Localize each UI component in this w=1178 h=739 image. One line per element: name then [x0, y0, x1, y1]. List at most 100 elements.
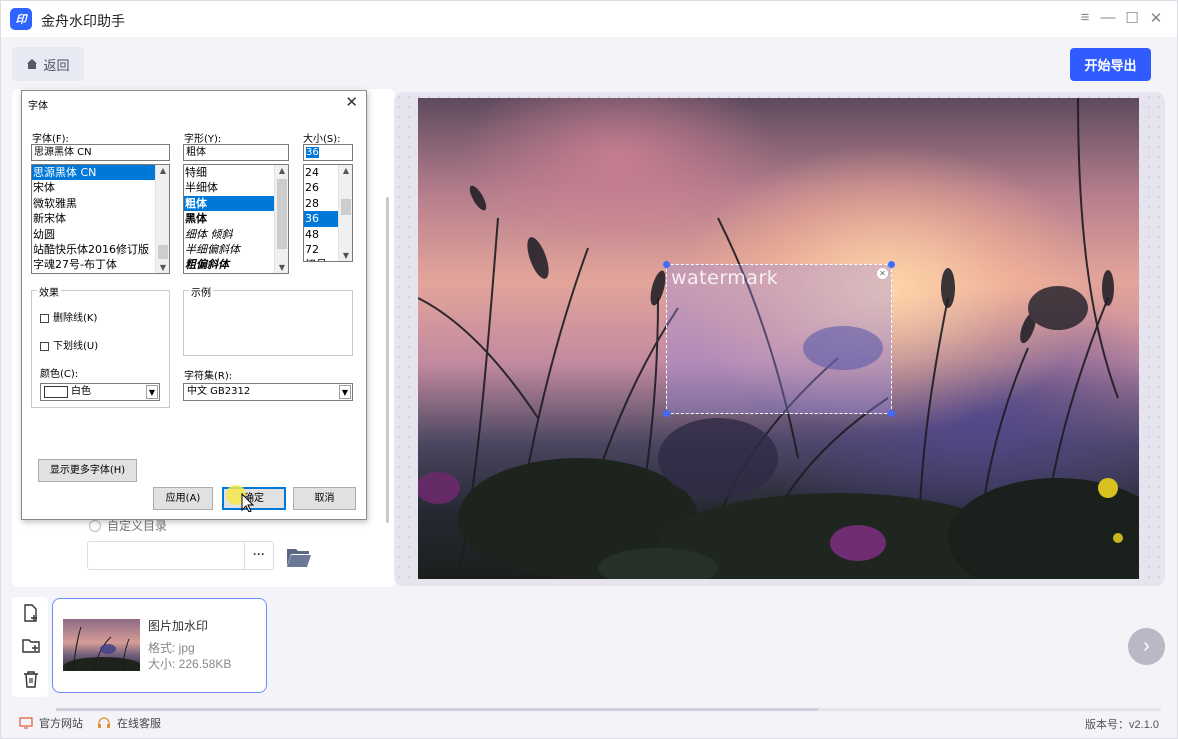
- video-time: 0:18 / 0:26: [63, 670, 134, 687]
- list-item[interactable]: 26: [304, 180, 338, 195]
- font-style-input[interactable]: 粗体: [183, 144, 289, 161]
- checkbox-icon: [40, 341, 49, 351]
- file-thumbnail: [63, 619, 140, 671]
- scroll-thumb[interactable]: [277, 179, 287, 249]
- scroll-down-icon[interactable]: ▼: [275, 263, 288, 272]
- list-item[interactable]: 半细体: [184, 180, 274, 195]
- minimize-icon[interactable]: —: [1099, 9, 1117, 26]
- font-size-list[interactable]: 242628364872初号▲▼: [303, 164, 353, 262]
- scroll-up-icon[interactable]: ▲: [275, 166, 288, 175]
- font-size-value: 36: [306, 147, 319, 158]
- color-label: 颜色(C):: [40, 369, 79, 380]
- apply-button[interactable]: 应用(A): [153, 487, 213, 510]
- list-item[interactable]: 微软雅黑: [32, 196, 155, 211]
- dropdown-arrow-icon: ▼: [146, 385, 158, 399]
- official-website-link[interactable]: 官方网站: [19, 715, 83, 731]
- list-item[interactable]: 幼圆: [32, 227, 155, 242]
- strikeout-label: 删除线(K): [53, 313, 98, 324]
- next-arrow-icon[interactable]: ›: [1128, 628, 1165, 665]
- maximize-icon[interactable]: ☐: [1123, 9, 1141, 27]
- list-scrollbar[interactable]: ▲ ▼: [274, 165, 288, 273]
- style-label: 字形(Y):: [184, 134, 222, 145]
- online-support-label: 在线客服: [117, 718, 161, 730]
- list-item[interactable]: 黑体: [184, 211, 274, 226]
- add-folder-icon[interactable]: [21, 636, 41, 656]
- settings-scrollbar[interactable]: [386, 197, 389, 523]
- video-progress-fill: [56, 708, 819, 711]
- thumbnail-image: [63, 626, 140, 671]
- list-item[interactable]: 站酷快乐体2016修订版: [32, 242, 155, 257]
- watermark-delete-icon[interactable]: ✕: [877, 268, 888, 279]
- app-window: 印 金舟水印助手 ≡ — ☐ ✕ 返回 开始导出 自定义目录 ··· water…: [0, 0, 1178, 739]
- font-style-list[interactable]: 特细 半细体 粗体 黑体 细体 倾斜 半细偏斜体 粗偏斜体 ▲ ▼: [183, 164, 289, 274]
- font-dialog-title: 字体: [28, 101, 48, 112]
- scroll-thumb[interactable]: [341, 199, 351, 215]
- resize-handle-top-left[interactable]: [663, 261, 670, 268]
- online-support-link[interactable]: 在线客服: [97, 715, 161, 731]
- resize-handle-bottom-left[interactable]: [663, 410, 670, 417]
- resize-handle-bottom-right[interactable]: [888, 410, 895, 417]
- mouse-cursor-icon: [226, 485, 254, 512]
- effects-group-title: 效果: [37, 284, 61, 299]
- delete-icon[interactable]: [21, 669, 41, 689]
- scroll-down-icon[interactable]: ▼: [339, 251, 352, 260]
- list-item[interactable]: 48: [304, 227, 338, 242]
- list-item[interactable]: 24: [304, 165, 338, 180]
- file-size: 大小: 226.58KB: [148, 657, 232, 671]
- add-file-icon[interactable]: [21, 603, 41, 623]
- charset-select[interactable]: 中文 GB2312 ▼: [183, 383, 353, 401]
- underline-checkbox[interactable]: 下划线(U): [40, 337, 98, 352]
- charset-label: 字符集(R):: [184, 371, 233, 382]
- dialog-close-icon[interactable]: ✕: [345, 93, 358, 111]
- list-item[interactable]: 思源黑体 CN: [32, 165, 155, 181]
- watermark-text[interactable]: watermark: [671, 267, 778, 289]
- list-scrollbar[interactable]: ▲ ▼: [338, 165, 352, 261]
- title-bar: 印 金舟水印助手 ≡ — ☐ ✕: [1, 1, 1177, 37]
- dropdown-arrow-icon: ▼: [339, 385, 351, 399]
- checkbox-icon: [40, 313, 49, 323]
- output-path-input[interactable]: [87, 541, 244, 570]
- list-item[interactable]: 半细偏斜体: [184, 242, 274, 257]
- app-title: 金舟水印助手: [41, 13, 125, 29]
- color-select[interactable]: 白色 ▼: [40, 383, 160, 401]
- scroll-thumb[interactable]: [158, 245, 168, 259]
- font-name-input[interactable]: 思源黑体 CN: [31, 144, 170, 161]
- scroll-up-icon[interactable]: ▲: [156, 166, 169, 175]
- color-swatch: [44, 386, 68, 398]
- strikeout-checkbox[interactable]: 删除线(K): [40, 309, 97, 324]
- list-scrollbar[interactable]: ▲ ▼: [155, 165, 169, 273]
- resize-handle-top-right[interactable]: [888, 261, 895, 268]
- browse-more-button[interactable]: ···: [244, 541, 274, 570]
- list-item[interactable]: 粗体: [184, 195, 274, 212]
- cancel-button[interactable]: 取消: [293, 487, 356, 510]
- font-name-list[interactable]: 思源黑体 CN 宋体 微软雅黑 新宋体 幼圆 站酷快乐体2016修订版 字魂27号-布丁体 ▲…: [31, 164, 170, 274]
- menu-icon[interactable]: ≡: [1076, 9, 1094, 26]
- charset-value: 中文 GB2312: [187, 386, 251, 397]
- list-item[interactable]: 细体 倾斜: [184, 227, 274, 242]
- show-more-fonts-button[interactable]: 显示更多字体(H): [38, 459, 137, 482]
- video-progress-bar[interactable]: [56, 708, 1161, 711]
- close-icon[interactable]: ✕: [1147, 9, 1165, 27]
- list-item[interactable]: 宋体: [32, 180, 155, 195]
- font-size-input[interactable]: 36: [303, 144, 353, 161]
- back-label: 返回: [43, 57, 70, 73]
- list-item[interactable]: 72: [304, 242, 338, 257]
- sample-group-title: 示例: [189, 284, 213, 299]
- list-item[interactable]: 特细: [184, 165, 274, 180]
- font-dialog: 字体 ✕ 字体(F): 思源黑体 CN 思源黑体 CN 宋体 微软雅黑 新宋体 幼圆 站酷…: [21, 90, 367, 520]
- home-icon: [27, 59, 38, 69]
- scroll-down-icon[interactable]: ▼: [156, 263, 169, 272]
- font-label: 字体(F):: [32, 134, 69, 145]
- size-label: 大小(S):: [303, 134, 341, 145]
- list-item[interactable]: 字魂27号-布丁体: [32, 257, 155, 272]
- back-button[interactable]: 返回: [12, 47, 84, 81]
- scroll-up-icon[interactable]: ▲: [339, 166, 352, 175]
- underline-label: 下划线(U): [53, 341, 99, 352]
- start-export-button[interactable]: 开始导出: [1070, 48, 1151, 81]
- list-item[interactable]: 新宋体: [32, 211, 155, 226]
- folder-icon[interactable]: [286, 545, 312, 569]
- list-item[interactable]: 36: [304, 211, 338, 227]
- list-item[interactable]: 初号: [304, 257, 338, 261]
- list-item[interactable]: 28: [304, 196, 338, 211]
- list-item[interactable]: 粗偏斜体: [184, 257, 274, 272]
